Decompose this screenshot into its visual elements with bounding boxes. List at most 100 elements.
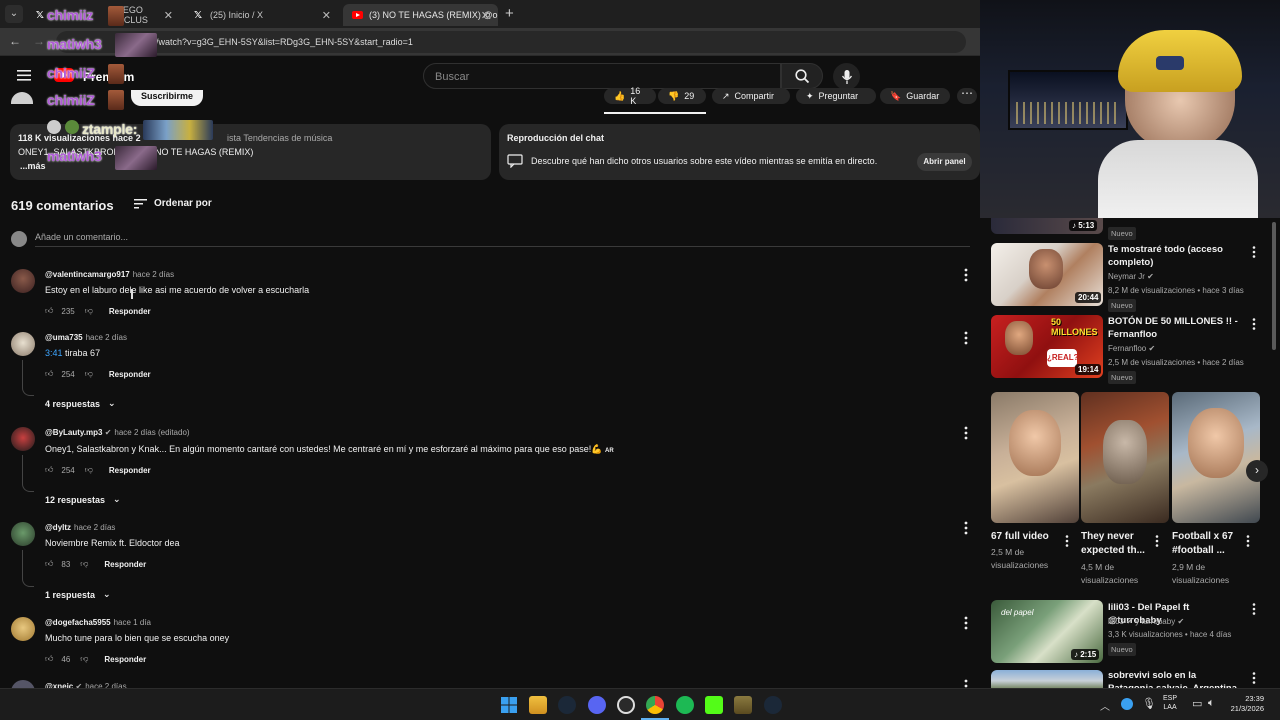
comment-author[interactable]: @dyltz hace 2 días (45, 523, 115, 532)
microphone-icon[interactable]: 🎙︎ (1142, 697, 1156, 710)
reply-button[interactable]: Responder (109, 466, 151, 475)
next-arrow-button[interactable]: › (1246, 460, 1268, 482)
more-actions-button[interactable]: ⋯ (957, 87, 977, 104)
open-panel-button[interactable]: Abrir panel (917, 153, 972, 171)
chevron-up-icon[interactable]: ︿ (1100, 698, 1110, 713)
thumbs-up-icon[interactable]: 👍︎ (45, 654, 53, 664)
thumbs-down-icon[interactable]: 👎︎ (80, 559, 88, 569)
show-replies-button[interactable]: 4 respuestas ⌄ (45, 398, 116, 409)
chrome-icon[interactable] (646, 696, 664, 714)
thumbs-up-icon[interactable]: 👍︎ (45, 369, 53, 379)
sort-button[interactable]: Ordenar por (134, 198, 212, 209)
comment-menu-icon[interactable] (962, 268, 970, 282)
comment-menu-icon[interactable] (962, 426, 970, 440)
close-icon[interactable]: ✕ (164, 9, 173, 22)
overlay-chat-name: ztample: (82, 121, 138, 137)
short-title[interactable]: 67 full video (991, 530, 1063, 544)
timestamp-link[interactable]: 3:41 (45, 348, 63, 358)
add-comment-input[interactable]: Añade un comentario... (35, 232, 128, 242)
volume-icon[interactable]: 🔈︎ (1208, 697, 1215, 710)
video-title[interactable]: sobrevivi solo en la Patagonia salvaje, … (1108, 669, 1243, 688)
steam-icon[interactable] (558, 696, 576, 714)
menu-icon[interactable] (17, 70, 31, 81)
tray-app-icon[interactable] (1121, 698, 1133, 710)
comment-author[interactable]: @dogefacha5955 hace 1 día (45, 618, 151, 627)
thumbs-up-icon[interactable]: 👍︎ (45, 465, 53, 475)
thumbs-down-icon[interactable]: 👎︎ (80, 654, 88, 664)
minecraft-icon[interactable] (734, 696, 752, 714)
comment-author[interactable]: @ByLauty.mp3 ✔ hace 2 días (editado) (45, 428, 190, 437)
short-title[interactable]: They never expected th... (1081, 530, 1149, 558)
close-icon[interactable]: ✕ (322, 9, 331, 22)
obs-icon[interactable] (617, 696, 635, 714)
search-input[interactable]: Buscar (423, 63, 781, 89)
kick-icon[interactable] (705, 696, 723, 714)
steam-icon[interactable] (764, 696, 782, 714)
video-menu-icon[interactable] (1251, 672, 1257, 684)
comment-avatar[interactable] (11, 522, 35, 546)
short-menu-icon[interactable] (1064, 535, 1070, 547)
tab-search-button[interactable]: ⌄ (5, 5, 23, 23)
spotify-icon[interactable] (676, 696, 694, 714)
short-menu-icon[interactable] (1154, 535, 1160, 547)
thumbs-down-icon[interactable]: 👎︎ (85, 369, 93, 379)
forward-arrow-icon[interactable]: → (33, 34, 45, 48)
show-replies-button[interactable]: 12 respuestas ⌄ (45, 494, 121, 505)
show-more-link[interactable]: ...más (20, 161, 46, 171)
reply-button[interactable]: Responder (109, 307, 151, 316)
comment-author[interactable]: @uma735 hace 2 días (45, 333, 127, 342)
search-button[interactable] (781, 63, 823, 89)
short-title[interactable]: Football x 67 #football ... (1172, 530, 1242, 558)
comment-author[interactable]: @valentincamargo917 hace 2 días (45, 270, 174, 279)
dislike-button[interactable]: 👎 29 (658, 88, 706, 104)
back-arrow-icon[interactable]: ← (9, 34, 21, 48)
channel-name[interactable]: Fernanfloo ✔ (1108, 344, 1155, 353)
short-thumbnail[interactable] (1081, 392, 1169, 523)
short-thumbnail[interactable] (1172, 392, 1260, 523)
ask-button[interactable]: ✦ Preguntar (796, 88, 876, 104)
short-menu-icon[interactable] (1245, 535, 1251, 547)
url-input[interactable]: /watch?v=g3G_EHN-5SY&list=RDg3G_EHN-5SY&… (56, 31, 966, 53)
comment-menu-icon[interactable] (962, 521, 970, 535)
video-thumbnail[interactable] (991, 670, 1103, 688)
reply-button[interactable]: Responder (104, 655, 146, 664)
scrollbar-thumb[interactable] (1272, 222, 1276, 350)
discord-icon[interactable] (588, 696, 606, 714)
comment-avatar[interactable] (11, 332, 35, 356)
show-replies-button[interactable]: 1 respuesta ⌄ (45, 589, 111, 600)
language-indicator[interactable]: ESP LAA (1163, 694, 1177, 712)
video-menu-icon[interactable] (1251, 318, 1257, 330)
overlay-chat-name: matiwh3 (47, 36, 102, 52)
thumbs-down-icon[interactable]: 👎︎ (85, 306, 93, 316)
comment-avatar[interactable] (11, 269, 35, 293)
network-icon[interactable]: ▭ (1192, 697, 1202, 710)
tab-youtube-active[interactable]: (3) NO TE HAGAS (REMIX) @o ✕ (343, 4, 498, 26)
short-thumbnail[interactable] (991, 392, 1079, 523)
close-icon[interactable]: ✕ (481, 9, 490, 22)
reply-button[interactable]: Responder (104, 560, 146, 569)
subscribe-button[interactable]: Suscribirme (131, 90, 203, 106)
reply-button[interactable]: Responder (109, 370, 151, 379)
comment-avatar[interactable] (11, 427, 35, 451)
clock[interactable]: 23:39 21/3/2026 (1228, 694, 1264, 714)
share-button[interactable]: ↗ Compartir (712, 88, 790, 104)
video-menu-icon[interactable] (1251, 246, 1257, 258)
save-button[interactable]: 🔖 Guardar (880, 88, 950, 104)
comment-menu-icon[interactable] (962, 616, 970, 630)
thumbs-down-icon[interactable]: 👎︎ (85, 465, 93, 475)
windows-start-icon[interactable] (500, 696, 518, 714)
thumbs-up-icon[interactable]: 👍︎ (45, 559, 53, 569)
thumbs-up-icon[interactable]: 👍︎ (45, 306, 53, 316)
video-title[interactable]: Te mostraré todo (acceso completo) (1108, 243, 1243, 269)
voice-search-button[interactable] (833, 63, 860, 90)
channel-name[interactable]: lili03 ✔ y turrobaby ✔ (1108, 617, 1184, 626)
video-title[interactable]: BOTÓN DE 50 MILLONES !! - Fernanfloo (1108, 315, 1243, 341)
like-button[interactable]: 👍 16 K (604, 86, 656, 106)
tab-inicio-x[interactable]: 𝕏 (25) Inicio / X ✕ (184, 4, 339, 26)
comment-avatar[interactable] (11, 617, 35, 641)
file-explorer-icon[interactable] (529, 696, 547, 714)
channel-name[interactable]: Neymar Jr ✔ (1108, 272, 1154, 281)
comment-menu-icon[interactable] (962, 331, 970, 345)
video-menu-icon[interactable] (1251, 603, 1257, 615)
new-tab-button[interactable]: + (505, 5, 514, 22)
